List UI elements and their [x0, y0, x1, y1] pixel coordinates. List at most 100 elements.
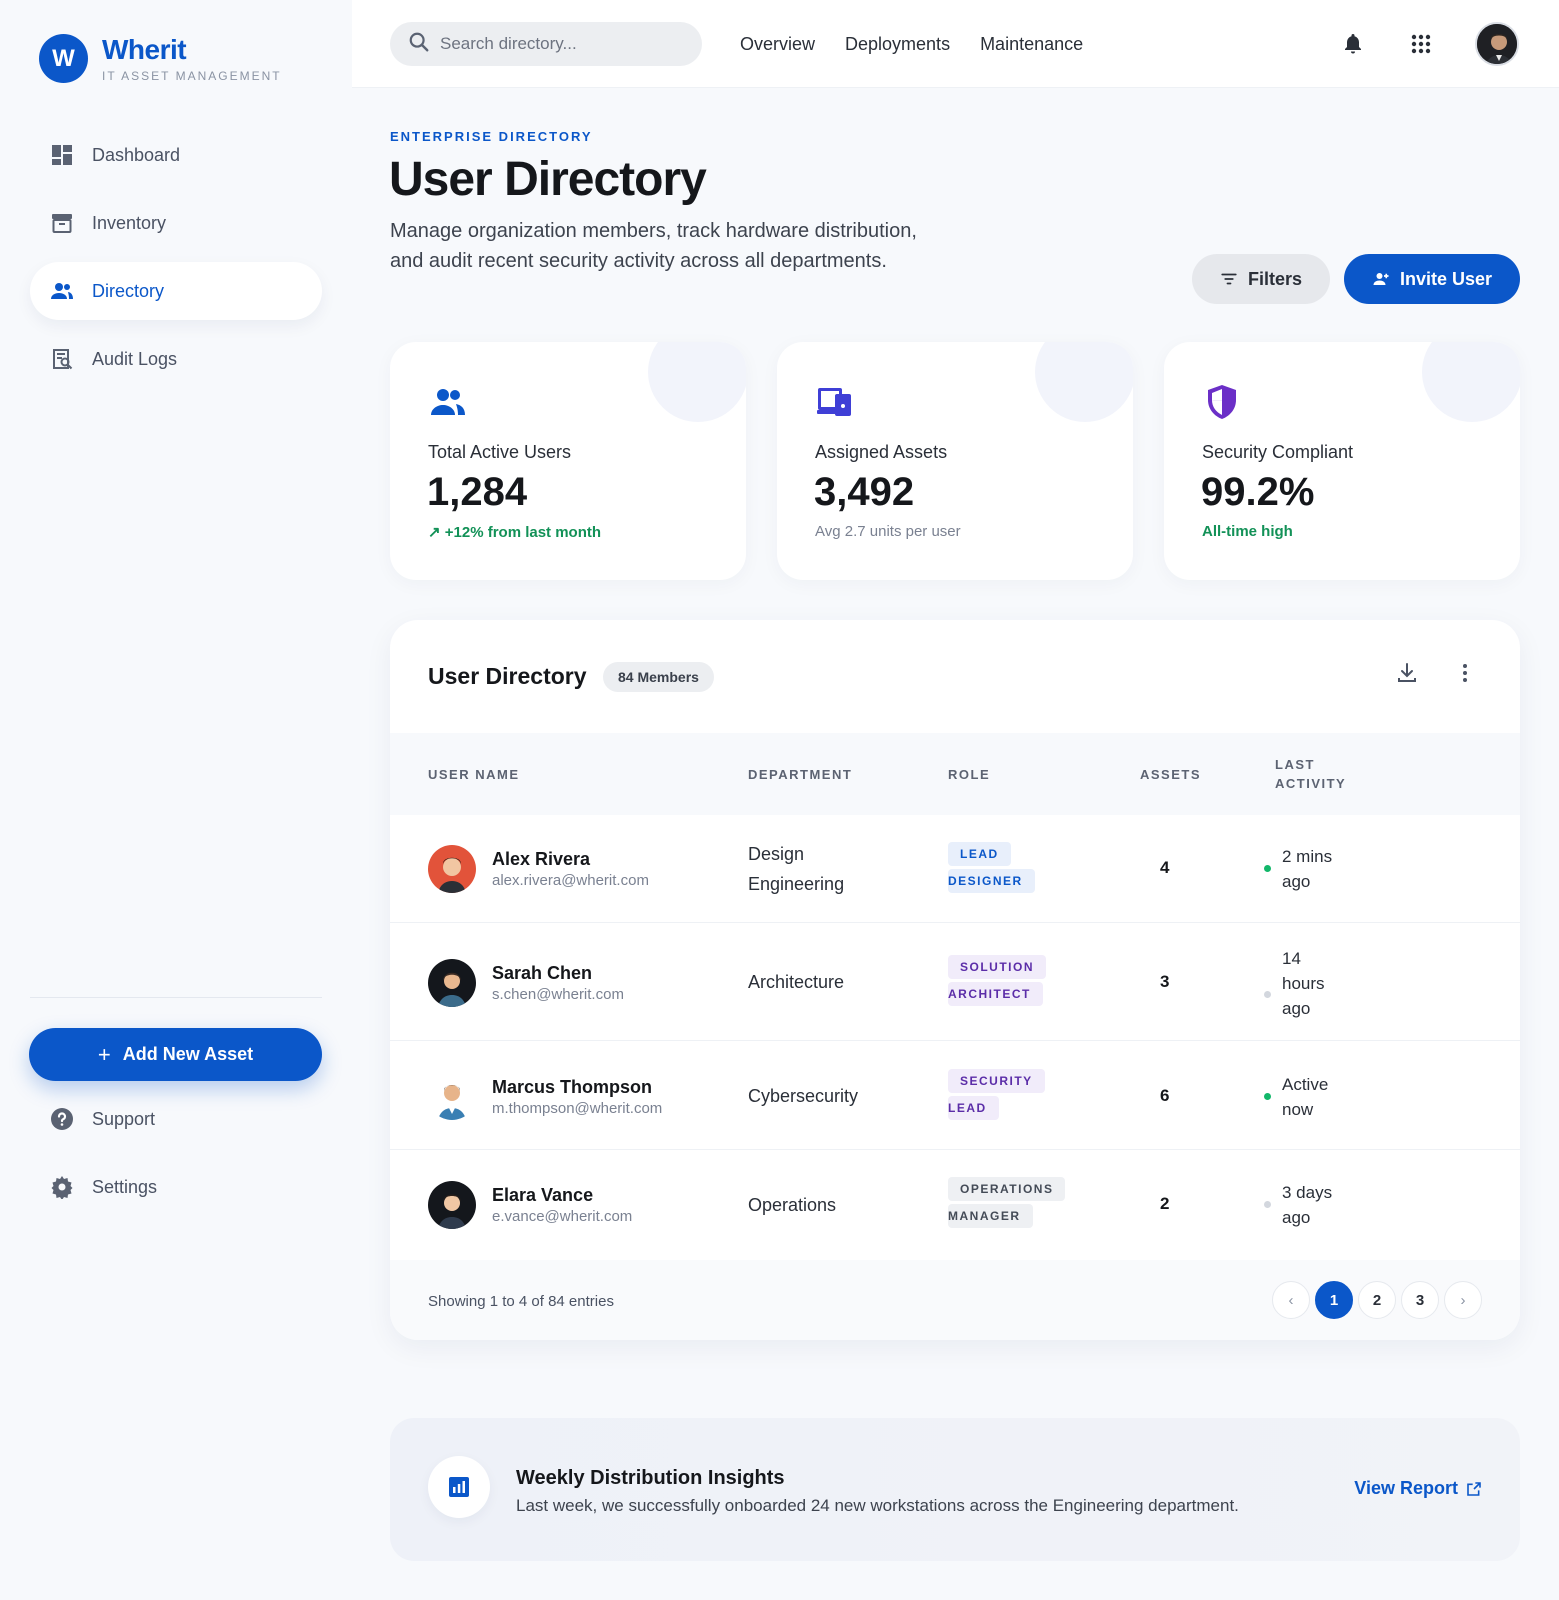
role-tag: SOLUTION [948, 955, 1046, 979]
top-link-deployments[interactable]: Deployments [845, 34, 950, 55]
user-avatar[interactable] [1475, 22, 1519, 66]
search-icon [408, 31, 430, 58]
plus-icon: + [97, 1041, 111, 1067]
stat-label: Total Active Users [428, 442, 572, 462]
stat-value: 99.2% [1201, 470, 1315, 514]
sidebar-item-dashboard[interactable]: Dashboard [30, 126, 322, 184]
sidebar-item-label: Dashboard [92, 144, 181, 165]
column-header-role[interactable]: ROLE [948, 765, 990, 784]
table-title: User Directory [428, 663, 587, 689]
help-icon [50, 1107, 74, 1131]
pagination: ‹ 1 2 3 › [1267, 1281, 1482, 1319]
invite-user-label: Invite User [1399, 268, 1493, 289]
asset-count: 6 [1160, 1086, 1170, 1105]
sidebar-item-audit-logs[interactable]: Audit Logs [30, 330, 322, 388]
role-tag: MANAGER [948, 1204, 1033, 1228]
top-link-overview[interactable]: Overview [740, 34, 815, 55]
card-decoration [648, 342, 746, 422]
status-dot-offline [1264, 991, 1271, 998]
page-title: User Directory [389, 153, 707, 206]
top-icons [1339, 0, 1519, 88]
sidebar-divider [30, 997, 322, 998]
view-report-link[interactable]: View Report [1354, 1478, 1482, 1499]
stat-label: Security Compliant [1202, 442, 1354, 462]
filters-button[interactable]: Filters [1192, 254, 1330, 304]
sidebar-item-settings[interactable]: Settings [30, 1158, 322, 1216]
page-button-2[interactable]: 2 [1358, 1281, 1396, 1319]
user-email: s.chen@wherit.com [492, 986, 624, 1003]
last-activity-text: 14 hours ago [1282, 949, 1325, 1018]
topbar: Overview Deployments Maintenance [352, 0, 1559, 88]
archive-icon [50, 211, 74, 235]
filters-label: Filters [1247, 268, 1303, 289]
sidebar-item-label: Audit Logs [92, 348, 178, 369]
page-description: Manage organization members, track hardw… [390, 220, 917, 272]
role-tag: DESIGNER [948, 869, 1035, 893]
add-new-asset-button[interactable]: + Add New Asset [29, 1028, 322, 1081]
sidebar-item-support[interactable]: Support [30, 1090, 322, 1148]
user-email: alex.rivera@wherit.com [492, 872, 649, 889]
brand-subtitle: IT ASSET MANAGEMENT [102, 68, 282, 83]
asset-count: 2 [1160, 1194, 1170, 1213]
gear-icon [50, 1175, 74, 1199]
column-header-user-name[interactable]: USER NAME [428, 765, 520, 784]
column-header-last-activity[interactable]: LAST ACTIVITY [1275, 755, 1365, 793]
sidebar: W Wherit IT ASSET MANAGEMENT Dashboard I… [0, 0, 352, 1600]
download-icon[interactable] [1392, 658, 1422, 688]
page-eyebrow: ENTERPRISE DIRECTORY [390, 129, 593, 144]
page-button-3[interactable]: 3 [1401, 1281, 1439, 1319]
column-header-assets[interactable]: ASSETS [1140, 765, 1201, 784]
role-tag: SECURITY [948, 1069, 1045, 1093]
weekly-insights-banner: Weekly Distribution Insights Last week, … [390, 1418, 1520, 1561]
filter-icon [1221, 273, 1237, 285]
sidebar-item-directory[interactable]: Directory [30, 262, 322, 320]
role-badge: LEAD DESIGNER [948, 842, 1058, 896]
last-activity: Active now [1264, 1072, 1352, 1122]
next-page-button[interactable]: › [1444, 1281, 1482, 1319]
table-row[interactable]: Alex Rivera alex.rivera@wherit.com Desig… [390, 815, 1520, 923]
brand[interactable]: W Wherit IT ASSET MANAGEMENT [39, 34, 282, 83]
top-link-maintenance[interactable]: Maintenance [980, 34, 1083, 55]
apps-grid-icon[interactable] [1407, 30, 1435, 58]
table-row[interactable]: Marcus Thompson m.thompson@wherit.com Cy… [390, 1042, 1520, 1150]
sidebar-item-label: Settings [92, 1176, 158, 1197]
bar-chart-icon [428, 1456, 490, 1518]
add-user-icon [1373, 273, 1389, 285]
more-vertical-icon[interactable] [1450, 658, 1480, 688]
bell-icon[interactable] [1339, 30, 1367, 58]
stat-subtext: All-time high [1202, 523, 1293, 540]
add-new-asset-label: Add New Asset [122, 1044, 254, 1064]
prev-page-button[interactable]: ‹ [1272, 1281, 1310, 1319]
stat-card-assigned-assets: Assigned Assets 3,492 Avg 2.7 units per … [777, 342, 1133, 580]
stat-value: 3,492 [814, 470, 915, 514]
sidebar-item-inventory[interactable]: Inventory [30, 194, 322, 252]
role-tag: LEAD [948, 842, 1011, 866]
status-dot-offline [1264, 1201, 1271, 1208]
table-row[interactable]: Elara Vance e.vance@wherit.com Operation… [390, 1151, 1520, 1260]
stat-subtext: Avg 2.7 units per user [815, 523, 961, 540]
external-link-icon [1467, 1481, 1481, 1496]
stat-card-security-compliant: Security Compliant 99.2% All-time high [1164, 342, 1520, 580]
search-box[interactable] [390, 22, 702, 66]
user-name: Alex Rivera [492, 849, 591, 869]
column-header-department[interactable]: DEPARTMENT [748, 765, 852, 784]
user-name: Marcus Thompson [492, 1077, 653, 1097]
role-tag: ARCHITECT [948, 982, 1043, 1006]
page-button-1[interactable]: 1 [1315, 1281, 1353, 1319]
role-tag: LEAD [948, 1096, 999, 1120]
users-icon [428, 382, 468, 422]
avatar [428, 959, 476, 1007]
search-input[interactable] [440, 34, 680, 54]
card-decoration [1422, 342, 1520, 422]
role-badge: OPERATIONS MANAGER [948, 1177, 1068, 1231]
user-email: e.vance@wherit.com [492, 1208, 633, 1225]
status-dot-online [1264, 1093, 1271, 1100]
brand-text: Wherit IT ASSET MANAGEMENT [102, 34, 282, 83]
last-activity: 2 mins ago [1264, 844, 1352, 894]
invite-user-button[interactable]: Invite User [1344, 254, 1520, 304]
table-row[interactable]: Sarah Chen s.chen@wherit.com Architectur… [390, 924, 1520, 1041]
last-activity: 14 hours ago [1264, 946, 1342, 1021]
sidebar-item-label: Inventory [92, 212, 167, 233]
sidebar-bottom: Support Settings [30, 1090, 322, 1226]
avatar [428, 1181, 476, 1229]
